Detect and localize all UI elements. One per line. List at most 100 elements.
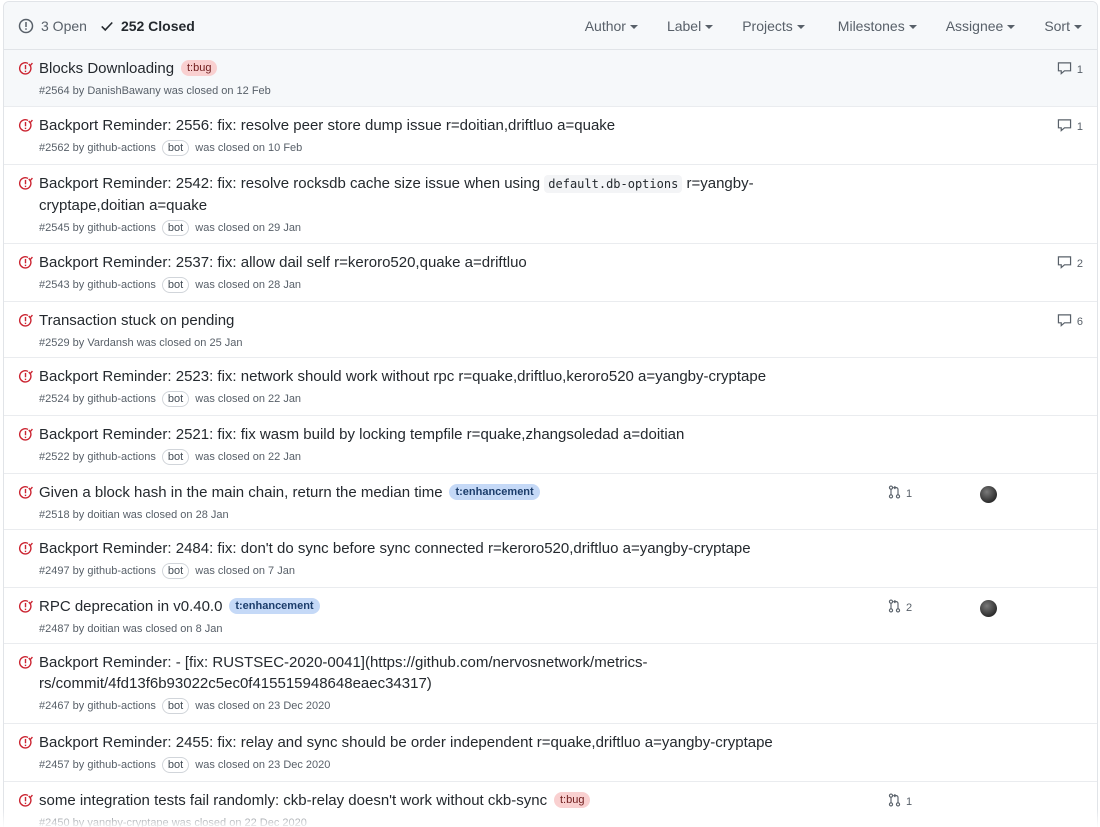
issue-closed-icon xyxy=(18,427,33,445)
comments-link[interactable]: 1 xyxy=(1057,61,1083,78)
issue-row[interactable]: some integration tests fail randomly: ck… xyxy=(4,782,1097,827)
issue-meta: #2524 by github-actions bot was closed o… xyxy=(4,387,1097,407)
issue-author-link[interactable]: DanishBawany xyxy=(87,85,160,97)
issue-title: some integration tests fail randomly: ck… xyxy=(39,792,548,809)
issue-meta: #2562 by github-actions bot was closed o… xyxy=(4,136,1097,156)
issue-title-line: Blocks Downloading t:bug xyxy=(4,50,1097,79)
assignee-avatar[interactable] xyxy=(980,486,997,503)
issue-meta: #2450 by yangby-cryptape was closed on 2… xyxy=(4,811,1097,827)
issue-title-line2: rs/commit/4fd13f6b93022c5ec0f41551594864… xyxy=(39,675,432,692)
issues-list: Blocks Downloading t:bug #2564 by DanishB… xyxy=(4,50,1097,827)
linked-pr-link[interactable]: 2 xyxy=(888,599,912,616)
bug-label[interactable]: t:bug xyxy=(180,60,218,76)
issue-number: #2457 xyxy=(39,759,70,771)
sort-filter-label: Sort xyxy=(1044,18,1070,34)
issue-author-link[interactable]: github-actions xyxy=(87,279,156,291)
issue-row[interactable]: Backport Reminder: 2521: fix: fix wasm b… xyxy=(4,416,1097,474)
issue-meta: #2564 by DanishBawany was closed on 12 F… xyxy=(4,79,1097,99)
issue-title-link[interactable]: Backport Reminder: 2484: fix: don't do s… xyxy=(39,540,751,557)
issue-row[interactable]: Backport Reminder: 2556: fix: resolve pe… xyxy=(4,107,1097,165)
issue-closed-icon xyxy=(18,735,33,753)
linked-pr-link[interactable]: 1 xyxy=(888,485,912,502)
issue-row[interactable]: Backport Reminder: - [fix: RUSTSEC-2020-… xyxy=(4,644,1097,724)
comments-link[interactable]: 1 xyxy=(1057,118,1083,135)
assignee-filter-label: Assignee xyxy=(945,18,1004,34)
issue-meta: #2487 by doitian was closed on 8 Jan xyxy=(4,617,1097,637)
comments-link[interactable]: 2 xyxy=(1057,255,1083,272)
assignee-filter[interactable]: Assignee xyxy=(946,18,1016,34)
issue-closed-date: was closed on 25 Jan xyxy=(136,337,243,349)
issue-author-link[interactable]: github-actions xyxy=(87,451,156,463)
issue-title-link[interactable]: RPC deprecation in v0.40.0 xyxy=(39,598,222,615)
issue-title-link[interactable]: Transaction stuck on pending xyxy=(39,312,234,329)
issue-author-link[interactable]: github-actions xyxy=(87,759,156,771)
issue-title: Blocks Downloading xyxy=(39,60,175,77)
issue-row[interactable]: Backport Reminder: 2537: fix: allow dail… xyxy=(4,244,1097,302)
bot-badge: bot xyxy=(161,277,190,293)
issue-row[interactable]: Transaction stuck on pending #2529 by Var… xyxy=(4,302,1097,358)
issue-closed-date: was closed on 22 Jan xyxy=(195,451,302,463)
issue-author-link[interactable]: doitian xyxy=(87,623,119,635)
issue-row[interactable]: RPC deprecation in v0.40.0 t:enhancement… xyxy=(4,588,1097,644)
issue-by: by xyxy=(72,85,85,97)
issue-title-link[interactable]: Backport Reminder: 2556: fix: resolve pe… xyxy=(39,117,615,134)
enhancement-label[interactable]: t:enhancement xyxy=(449,484,540,500)
issue-closed-icon xyxy=(18,176,33,194)
issue-meta: #2518 by doitian was closed on 28 Jan xyxy=(4,503,1097,523)
issue-title-link[interactable]: Blocks Downloading xyxy=(39,60,174,77)
issue-by: by xyxy=(72,623,85,635)
issue-by: by xyxy=(72,565,85,577)
issue-number: #2450 xyxy=(39,817,70,827)
bug-label[interactable]: t:bug xyxy=(553,792,591,808)
issue-number: #2497 xyxy=(39,565,70,577)
issue-row[interactable]: Backport Reminder: 2484: fix: don't do s… xyxy=(4,530,1097,588)
author-filter[interactable]: Author xyxy=(585,18,638,34)
issue-author-link[interactable]: doitian xyxy=(87,509,119,521)
linked-pr-link[interactable]: 1 xyxy=(888,793,912,810)
issue-title-link[interactable]: Backport Reminder: - [fix: RUSTSEC-2020-… xyxy=(39,654,648,692)
issue-title-link[interactable]: Backport Reminder: 2521: fix: fix wasm b… xyxy=(39,426,684,443)
issue-row[interactable]: Backport Reminder: 2542: fix: resolve ro… xyxy=(4,165,1097,244)
check-icon xyxy=(101,21,113,31)
issue-row[interactable]: Given a block hash in the main chain, re… xyxy=(4,474,1097,530)
issue-title-code: default.db-options xyxy=(544,175,683,193)
issues-list-box: 3 Open 252 Closed Author Label Projects … xyxy=(3,1,1098,827)
milestones-filter[interactable]: Milestones xyxy=(838,18,917,34)
issue-meta: #2529 by Vardansh was closed on 25 Jan xyxy=(4,331,1097,351)
issue-title-link[interactable]: Given a block hash in the main chain, re… xyxy=(39,484,443,501)
issue-row[interactable]: Backport Reminder: 2523: fix: network sh… xyxy=(4,358,1097,416)
issue-title-link[interactable]: Backport Reminder: 2537: fix: allow dail… xyxy=(39,254,527,271)
bot-badge: bot xyxy=(161,140,190,156)
issue-number: #2529 xyxy=(39,337,70,349)
label-filter[interactable]: Label xyxy=(667,18,714,34)
assignee-avatar[interactable] xyxy=(980,600,997,617)
issue-title-link[interactable]: Backport Reminder: 2542: fix: resolve ro… xyxy=(39,175,754,214)
issue-title-line2: cryptape,doitian a=quake xyxy=(39,197,208,214)
closed-issues-link[interactable]: 252 Closed xyxy=(100,18,195,34)
issue-title-link[interactable]: Backport Reminder: 2523: fix: network sh… xyxy=(39,368,766,385)
issue-closed-date: was closed on 12 Feb xyxy=(163,85,271,97)
projects-filter[interactable]: Projects xyxy=(742,18,805,34)
issue-author-link[interactable]: github-actions xyxy=(87,142,156,154)
comments-link[interactable]: 6 xyxy=(1057,313,1083,330)
issue-author-link[interactable]: github-actions xyxy=(87,700,156,712)
issue-row[interactable]: Backport Reminder: 2455: fix: relay and … xyxy=(4,724,1097,782)
issue-author-link[interactable]: github-actions xyxy=(87,565,156,577)
issue-closed-icon xyxy=(18,485,33,503)
issue-author-link[interactable]: yangby-cryptape xyxy=(87,817,168,827)
issue-title: Given a block hash in the main chain, re… xyxy=(39,484,443,501)
enhancement-label[interactable]: t:enhancement xyxy=(229,598,320,614)
issue-closed-icon xyxy=(18,118,33,136)
issue-author-link[interactable]: github-actions xyxy=(87,222,156,234)
issue-author-link[interactable]: github-actions xyxy=(87,393,156,405)
issue-row[interactable]: Blocks Downloading t:bug #2564 by DanishB… xyxy=(4,50,1097,107)
issue-number: #2522 xyxy=(39,451,70,463)
issue-meta: #2467 by github-actions bot was closed o… xyxy=(4,694,1097,714)
issue-title-link[interactable]: some integration tests fail randomly: ck… xyxy=(39,792,547,809)
open-issues-link[interactable]: 3 Open xyxy=(18,18,87,34)
issue-title-link[interactable]: Backport Reminder: 2455: fix: relay and … xyxy=(39,734,773,751)
sort-filter[interactable]: Sort xyxy=(1044,18,1082,34)
issue-author-link[interactable]: Vardansh xyxy=(87,337,133,349)
caret-down-icon xyxy=(1074,25,1082,29)
linked-pr-count: 1 xyxy=(906,795,913,808)
